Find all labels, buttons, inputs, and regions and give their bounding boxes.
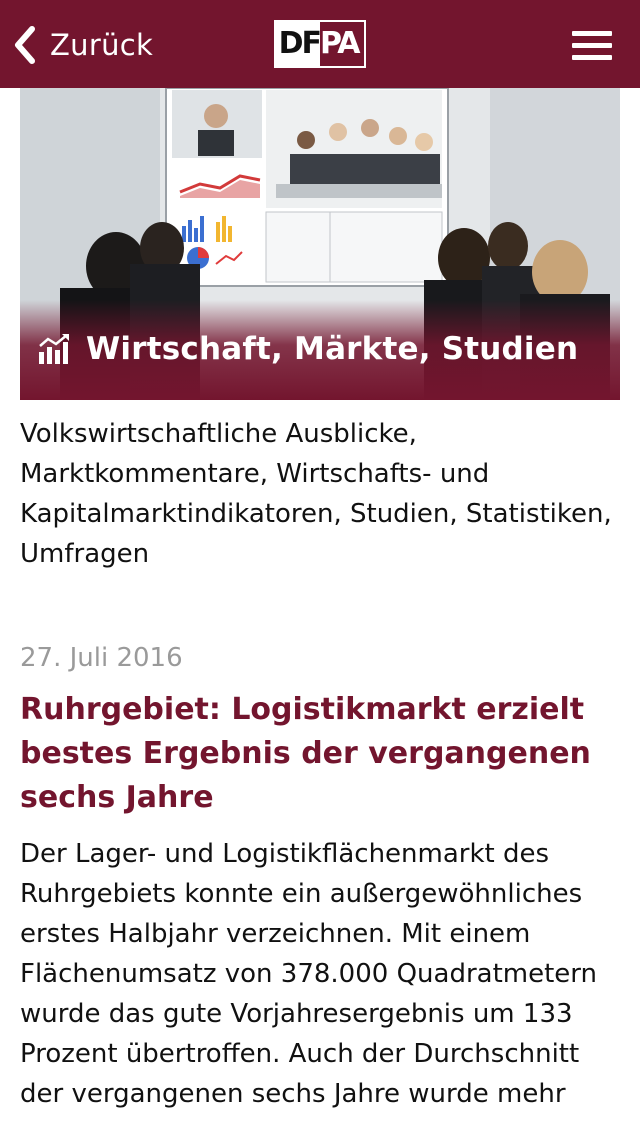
chart-growth-icon bbox=[39, 334, 69, 364]
chevron-left-icon bbox=[15, 26, 35, 64]
menu-button[interactable] bbox=[572, 31, 612, 61]
article-headline[interactable]: Ruhrgebiet: Logistikmarkt erzielt bestes… bbox=[20, 688, 620, 820]
logo-left-text: DF bbox=[276, 22, 320, 66]
hamburger-icon-line-2 bbox=[572, 43, 612, 48]
hamburger-icon bbox=[572, 31, 612, 36]
logo-right-text: PA bbox=[320, 22, 364, 66]
top-bar: Zurück DF PA bbox=[0, 0, 640, 88]
hero-banner[interactable]: Wirtschaft, Märkte, Studien bbox=[20, 88, 620, 400]
article-date: 27. Juli 2016 bbox=[20, 643, 183, 673]
back-label: Zurück bbox=[50, 28, 154, 62]
hero-title: Wirtschaft, Märkte, Studien bbox=[38, 324, 578, 374]
hero-title-text: Wirtschaft, Märkte, Studien bbox=[86, 331, 579, 367]
back-button[interactable]: Zurück bbox=[12, 22, 153, 68]
article-teaser: Der Lager- und Logistikflächenmarkt des … bbox=[20, 839, 597, 1109]
section-description: Volkswirtschaftliche Ausblicke, Marktkom… bbox=[20, 419, 612, 569]
hamburger-icon-line-3 bbox=[572, 55, 612, 60]
dfpa-logo[interactable]: DF PA bbox=[274, 20, 366, 68]
